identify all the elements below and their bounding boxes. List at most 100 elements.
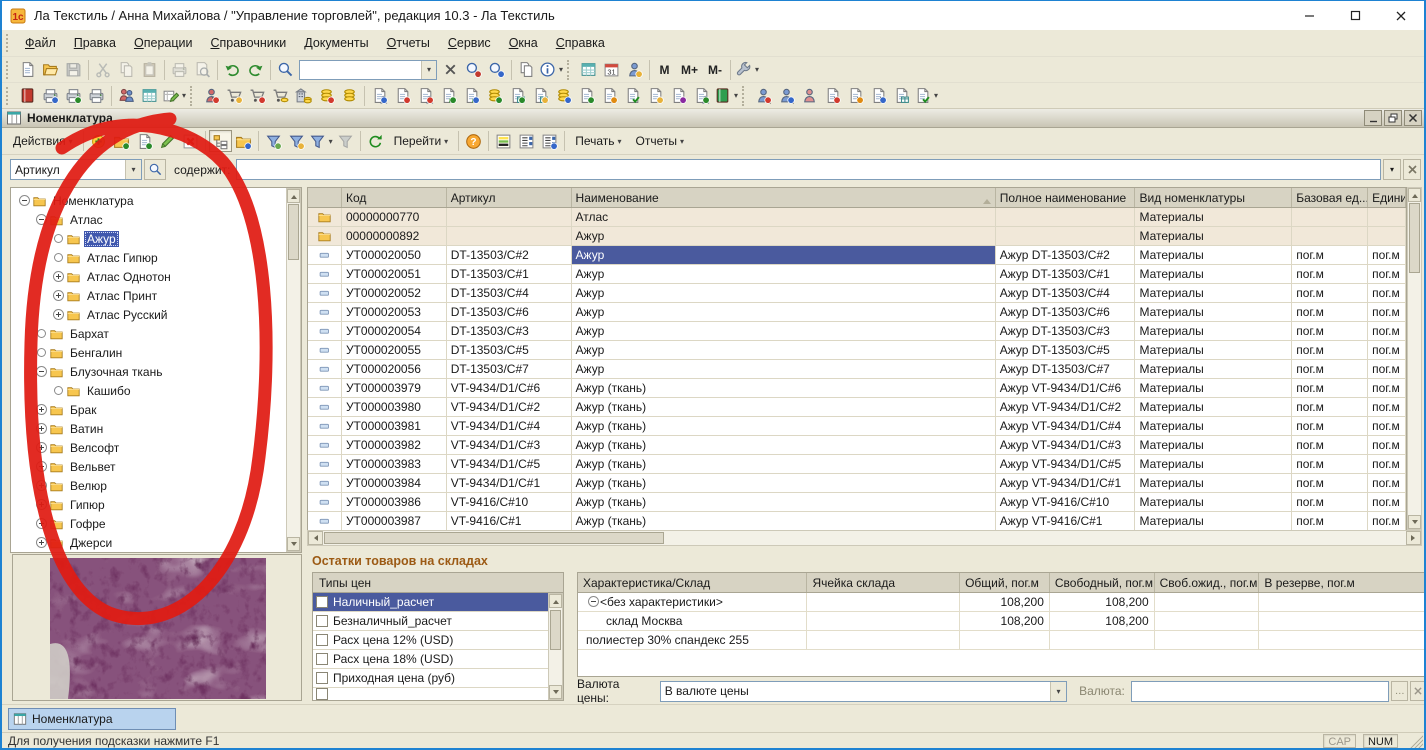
window-tab-nomenclature[interactable]: Номенклатура bbox=[8, 708, 176, 730]
minimize-button[interactable] bbox=[1286, 1, 1332, 30]
doc-plus-icon[interactable] bbox=[575, 85, 598, 107]
filter-settings-button[interactable] bbox=[144, 159, 166, 180]
scroll-thumb[interactable] bbox=[324, 532, 664, 544]
stock-column-header-5[interactable]: Своб.ожид., пог.м bbox=[1155, 573, 1260, 592]
price-type-row[interactable] bbox=[313, 688, 549, 701]
toolbar-grip[interactable] bbox=[567, 60, 574, 80]
doc-funnel-icon[interactable] bbox=[529, 85, 552, 107]
menu-6[interactable]: Отчеты bbox=[378, 32, 439, 54]
print-forms-icon-2[interactable] bbox=[62, 85, 85, 107]
doc-chart-green-icon[interactable] bbox=[437, 85, 460, 107]
menu-7[interactable]: Сервис bbox=[439, 32, 500, 54]
copy-icon[interactable] bbox=[115, 59, 138, 81]
tree-expander[interactable] bbox=[34, 346, 48, 359]
edit-table-icon[interactable]: ▾ bbox=[161, 85, 187, 107]
tree-expander[interactable] bbox=[34, 327, 48, 340]
mdi-minimize-button[interactable] bbox=[1364, 110, 1382, 126]
resize-grip[interactable] bbox=[1410, 735, 1423, 748]
tree-item[interactable]: Велюр bbox=[11, 476, 301, 495]
chevron-down-icon[interactable]: ▾ bbox=[125, 160, 141, 179]
close-button[interactable] bbox=[1378, 1, 1424, 30]
scroll-thumb[interactable] bbox=[550, 610, 561, 650]
doc-approve-icon[interactable]: ▾ bbox=[913, 85, 939, 107]
stock-row[interactable]: <без характеристики>108,200108,200 bbox=[578, 593, 1425, 612]
doc-flag-red-icon[interactable] bbox=[391, 85, 414, 107]
table-row[interactable]: УТ000020053DT-13503/C#6АжурАжур DT-13503… bbox=[308, 303, 1406, 322]
menu-3[interactable]: Операции bbox=[125, 32, 201, 54]
table-row[interactable]: УТ000020054DT-13503/C#3АжурАжур DT-13503… bbox=[308, 322, 1406, 341]
tree-item[interactable]: Атлас bbox=[11, 210, 301, 229]
list-settings-icon[interactable] bbox=[492, 130, 515, 152]
menu-2[interactable]: Правка bbox=[65, 32, 125, 54]
scroll-thumb[interactable] bbox=[288, 204, 299, 260]
coins-transfer-icon[interactable] bbox=[552, 85, 575, 107]
list-view-icon-1[interactable] bbox=[515, 130, 538, 152]
column-header-name[interactable]: Наименование bbox=[572, 188, 996, 207]
find-next-icon[interactable] bbox=[462, 59, 485, 81]
customer-order-icon[interactable] bbox=[200, 85, 223, 107]
table-vertical-scrollbar[interactable] bbox=[1407, 187, 1422, 530]
tree-expander[interactable] bbox=[34, 403, 48, 416]
person-sum-blue-icon[interactable]: Σ bbox=[775, 85, 798, 107]
tree-item[interactable]: Бенгалин bbox=[11, 343, 301, 362]
doc-sum-orange-icon[interactable]: Σ bbox=[844, 85, 867, 107]
mdi-close-button[interactable] bbox=[1404, 110, 1422, 126]
toolbar-grip[interactable] bbox=[190, 86, 197, 106]
sales-cart-red-icon[interactable] bbox=[246, 85, 269, 107]
column-header-unit[interactable]: Едини... bbox=[1368, 188, 1406, 207]
doc-chart-blue-icon[interactable] bbox=[460, 85, 483, 107]
filter-field-combobox[interactable]: Артикул ▾ bbox=[10, 159, 142, 180]
price-types-scrollbar[interactable] bbox=[548, 593, 563, 700]
tree-expander[interactable] bbox=[51, 384, 65, 397]
item-photo[interactable] bbox=[50, 558, 266, 702]
toolbar-grip[interactable] bbox=[6, 87, 13, 105]
doc-minus-icon[interactable] bbox=[598, 85, 621, 107]
table-row[interactable]: УТ000020050DT-13503/C#2АжурАжур DT-13503… bbox=[308, 246, 1406, 265]
tree-item[interactable]: Атлас Однотон bbox=[11, 267, 301, 286]
open-document-icon[interactable] bbox=[39, 59, 62, 81]
table-row[interactable]: УТ000003983VT-9434/D1/C#5Ажур (ткань)Ажу… bbox=[308, 455, 1406, 474]
stock-column-header-1[interactable]: Характеристика/Склад bbox=[578, 573, 807, 592]
undo-icon[interactable] bbox=[221, 59, 244, 81]
stock-column-header-3[interactable]: Общий, пог.м bbox=[960, 573, 1050, 592]
menubar-grip[interactable] bbox=[6, 34, 13, 52]
clear-search-icon[interactable] bbox=[439, 59, 462, 81]
counterparties-icon[interactable] bbox=[115, 85, 138, 107]
column-header-article[interactable]: Артикул bbox=[447, 188, 572, 207]
person-sum-red-icon[interactable]: Σ bbox=[752, 85, 775, 107]
checkbox[interactable] bbox=[316, 615, 328, 627]
table-horizontal-scrollbar[interactable] bbox=[307, 530, 1422, 546]
memory-minus-button[interactable]: М- bbox=[703, 59, 727, 81]
tree-item[interactable]: Гофре bbox=[11, 514, 301, 533]
tree-expander[interactable] bbox=[34, 498, 48, 511]
print-icon[interactable] bbox=[168, 59, 191, 81]
doc-percent-icon[interactable] bbox=[667, 85, 690, 107]
column-header-full_name[interactable]: Полное наименование bbox=[996, 188, 1136, 207]
maximize-button[interactable] bbox=[1332, 1, 1378, 30]
tree-item[interactable]: Атлас Гипюр bbox=[11, 248, 301, 267]
tree-item[interactable]: Велсофт bbox=[11, 438, 301, 457]
filter-by-value-icon[interactable] bbox=[285, 130, 308, 152]
edit-item-icon[interactable] bbox=[156, 130, 179, 152]
stock-row[interactable]: склад Москва108,200108,200 bbox=[578, 612, 1425, 631]
table-row[interactable]: УТ000003982VT-9434/D1/C#3Ажур (ткань)Ажу… bbox=[308, 436, 1406, 455]
stock-column-header-6[interactable]: В резерве, пог.м bbox=[1259, 573, 1425, 592]
tree-expander[interactable] bbox=[34, 213, 48, 226]
filter-history-button[interactable]: ▾ bbox=[1383, 159, 1401, 180]
find-previous-icon[interactable] bbox=[485, 59, 508, 81]
tree-expander[interactable] bbox=[34, 422, 48, 435]
quick-search-input[interactable] bbox=[300, 62, 421, 78]
service-settings-icon[interactable]: ▾ bbox=[734, 59, 760, 81]
stock-column-header-4[interactable]: Свободный, пог.м bbox=[1050, 573, 1155, 592]
list-view-icon-2[interactable] bbox=[538, 130, 561, 152]
menu-4[interactable]: Справочники bbox=[201, 32, 295, 54]
cut-icon[interactable] bbox=[92, 59, 115, 81]
column-header-kind[interactable]: Вид номенклатуры bbox=[1135, 188, 1292, 207]
sort-filter-icon[interactable] bbox=[262, 130, 285, 152]
chevron-down-icon[interactable]: ▾ bbox=[421, 61, 436, 79]
table-row[interactable]: УТ000003986VT-9416/C#10Ажур (ткань)Ажур … bbox=[308, 493, 1406, 512]
save-icon[interactable] bbox=[62, 59, 85, 81]
table-row[interactable]: УТ000003981VT-9434/D1/C#4Ажур (ткань)Ажу… bbox=[308, 417, 1406, 436]
add-item-icon[interactable] bbox=[87, 130, 110, 152]
table-row[interactable]: 00000000770АтласМатериалы bbox=[308, 208, 1406, 227]
